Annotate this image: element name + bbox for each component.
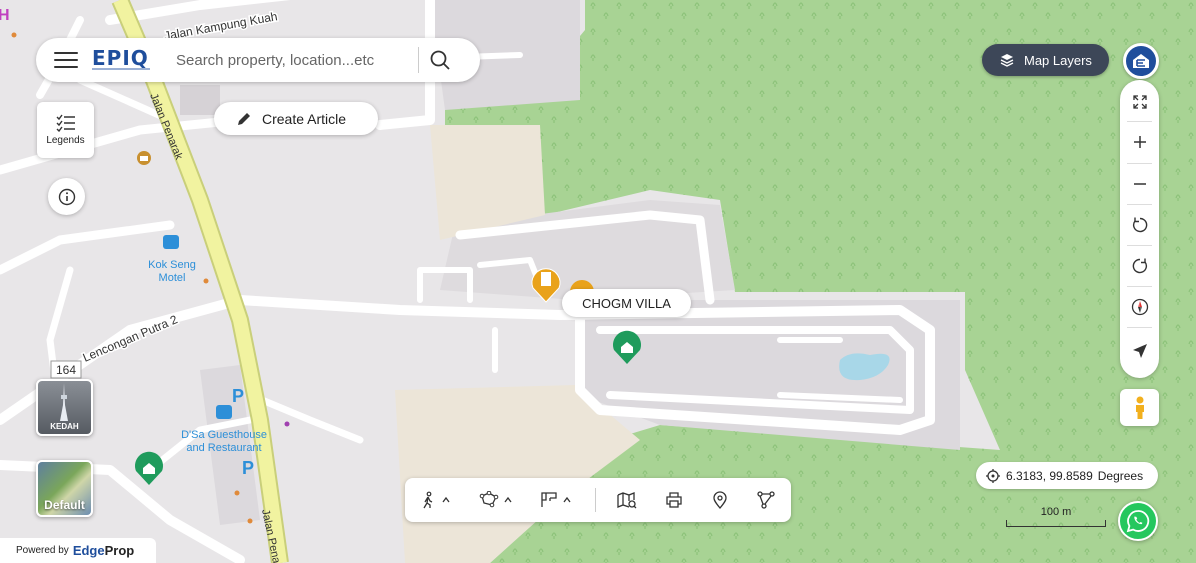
bed-icon (163, 235, 179, 249)
poi-dot (234, 490, 240, 496)
search-icon[interactable] (429, 49, 451, 71)
poi-dot (203, 278, 209, 284)
route-icon (757, 491, 775, 509)
compass-button[interactable] (1120, 289, 1159, 325)
divider (418, 47, 419, 73)
tower-icon (60, 383, 68, 421)
parking-icon: P (232, 386, 244, 406)
plus-icon (1133, 136, 1146, 148)
building-block (180, 85, 220, 115)
powered-by-badge[interactable]: Powered by EdgeProp (0, 538, 156, 563)
taxi-icon (137, 151, 151, 165)
poi-dot (11, 32, 17, 38)
navigation-arrow-icon (1132, 344, 1147, 358)
draw-polygon-tool-button[interactable] (479, 488, 513, 512)
search-input[interactable] (176, 51, 408, 69)
rotate-cw-icon (1132, 258, 1147, 274)
bottom-toolbar (405, 478, 791, 522)
property-callout[interactable]: CHOGM VILLA (562, 289, 691, 317)
poi-dot (247, 518, 253, 524)
crosshair-icon (986, 468, 1000, 483)
bed-icon (216, 405, 232, 419)
hamburger-icon[interactable] (54, 50, 78, 70)
map-controls (1120, 80, 1159, 378)
rotate-right-button[interactable] (1120, 248, 1159, 284)
whatsapp-button[interactable] (1118, 501, 1158, 541)
pencil-icon (238, 112, 250, 125)
coordinates-value: 6.3183, 99.8589 (1006, 468, 1093, 483)
chevron-up-icon (442, 496, 450, 503)
print-button[interactable] (665, 488, 683, 512)
basemap-default[interactable]: Default (36, 460, 93, 517)
place-pin-button[interactable] (712, 488, 728, 512)
poi-label: D'Sa Guesthouse and Restaurant (181, 429, 267, 454)
route-tool-button[interactable] (757, 488, 775, 512)
map-layers-button[interactable]: Map Layers (982, 44, 1109, 76)
info-icon (58, 188, 75, 205)
map-edge-marker: H (0, 7, 10, 24)
legends-button[interactable]: Legends (37, 102, 94, 158)
layers-icon (1000, 54, 1014, 67)
floorplan-icon (541, 492, 557, 507)
chevron-up-icon (504, 496, 512, 503)
search-bar: EPIQ (36, 38, 480, 82)
create-article-button[interactable]: Create Article (214, 102, 378, 135)
streetview-button[interactable] (1120, 389, 1159, 426)
list-icon (56, 114, 75, 132)
minus-icon (1133, 183, 1146, 185)
epiq-logo[interactable]: EPIQ (92, 48, 154, 72)
edgeprop-badge-icon[interactable] (1123, 43, 1159, 79)
expand-icon (1132, 95, 1147, 109)
compass-icon (1131, 298, 1148, 316)
coordinates-readout: 6.3183, 99.8589 Degrees (976, 462, 1158, 489)
zoom-out-button[interactable] (1120, 166, 1159, 202)
scale-bar: 100 m (1006, 506, 1106, 532)
polygon-icon (479, 491, 499, 508)
locate-button[interactable] (1120, 333, 1159, 369)
walking-person-icon (423, 491, 433, 509)
walk-tool-button[interactable] (419, 488, 451, 512)
basemap-kedah[interactable]: KEDAH (36, 379, 93, 436)
floorplan-tool-button[interactable] (540, 488, 572, 512)
zoom-in-button[interactable] (1120, 124, 1159, 160)
rotate-left-button[interactable] (1120, 207, 1159, 243)
map-search-tool-button[interactable] (617, 488, 637, 512)
map-search-icon (617, 492, 637, 509)
fullscreen-button[interactable] (1120, 84, 1159, 120)
road-number: 164 (56, 363, 76, 377)
location-pin-icon (713, 491, 727, 509)
coordinates-unit: Degrees (1097, 468, 1144, 483)
parking-icon: P (242, 458, 254, 478)
poi-dot (284, 421, 290, 427)
whatsapp-icon (1126, 510, 1150, 533)
rotate-ccw-icon (1132, 217, 1147, 233)
pegman-icon (1135, 396, 1144, 419)
chevron-up-icon (563, 496, 571, 503)
info-button[interactable] (48, 178, 85, 215)
edgeprop-logo: EdgeProp (72, 543, 135, 558)
printer-icon (666, 492, 682, 508)
